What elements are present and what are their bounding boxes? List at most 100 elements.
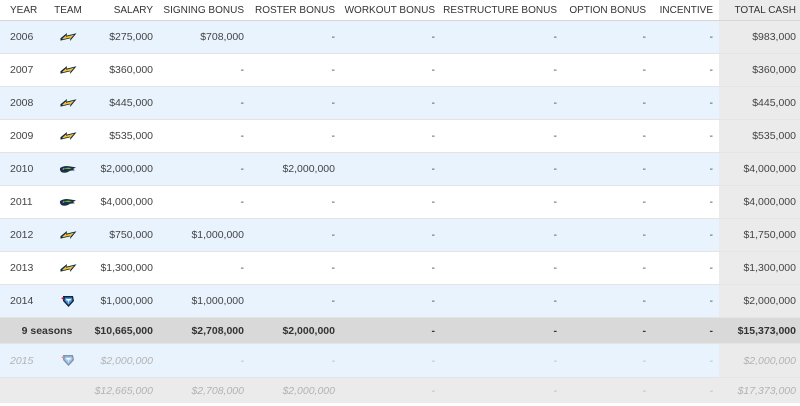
season-option-bonus: - — [642, 295, 647, 307]
season-incentive: - — [709, 229, 714, 241]
totals-workout-bonus: - — [431, 324, 436, 337]
season-incentive: - — [709, 31, 714, 43]
season-row: 2013 $1,300,000 - - - - - - $1,300,000 — [0, 252, 800, 285]
header-salary[interactable]: SALARY — [94, 0, 159, 20]
season-workout-bonus: - — [431, 163, 436, 175]
season-restructure-bonus: - — [553, 229, 558, 241]
totals-option-bonus: - — [642, 324, 647, 337]
future-option-bonus: - — [642, 354, 647, 367]
season-option-bonus: - — [642, 130, 647, 142]
header-roster-bonus[interactable]: ROSTER BONUS — [250, 0, 341, 20]
header-year[interactable]: YEAR — [0, 0, 42, 20]
season-salary: $1,300,000 — [100, 262, 153, 274]
season-total-cash: $4,000,000 — [719, 186, 800, 218]
grand-workout-bonus: - — [431, 384, 436, 397]
season-incentive: - — [709, 295, 714, 307]
season-option-bonus: - — [642, 64, 647, 76]
season-year: 2014 — [10, 295, 34, 307]
season-row: 2007 $360,000 - - - - - - $360,000 — [0, 54, 800, 87]
season-year: 2007 — [10, 64, 34, 76]
season-total-cash: $4,000,000 — [719, 153, 800, 185]
season-incentive: - — [709, 64, 714, 76]
season-row: 2008 $445,000 - - - - - - $445,000 — [0, 87, 800, 120]
season-signing-bonus: - — [240, 64, 245, 76]
season-option-bonus: - — [642, 229, 647, 241]
season-year: 2011 — [10, 196, 33, 208]
season-restructure-bonus: - — [553, 130, 558, 142]
future-total-cash: $2,000,000 — [719, 344, 800, 377]
header-restructure-bonus[interactable]: RESTRUCTURE BONUS — [441, 0, 563, 20]
season-row: 2009 $535,000 - - - - - - $535,000 — [0, 120, 800, 153]
chargers-bolt-icon — [42, 87, 94, 119]
header-total-cash[interactable]: TOTAL CASH — [719, 0, 800, 20]
season-incentive: - — [709, 262, 714, 274]
grand-signing-bonus: $2,708,000 — [191, 384, 244, 397]
season-signing-bonus: - — [240, 97, 245, 109]
season-workout-bonus: - — [431, 295, 436, 307]
season-year: 2012 — [10, 229, 34, 241]
header-team[interactable]: TEAM — [42, 0, 94, 20]
season-row: 2010 $2,000,000 - $2,000,000 - - - - $4,… — [0, 153, 800, 186]
season-total-cash: $1,750,000 — [719, 219, 800, 251]
season-roster-bonus: - — [331, 229, 336, 241]
season-incentive: - — [709, 97, 714, 109]
season-workout-bonus: - — [431, 130, 436, 142]
future-incentive: - — [709, 354, 714, 367]
season-roster-bonus: - — [331, 130, 336, 142]
future-roster-bonus: - — [331, 354, 336, 367]
grand-option-bonus: - — [642, 384, 647, 397]
season-option-bonus: - — [642, 262, 647, 274]
season-signing-bonus: $1,000,000 — [191, 229, 244, 241]
totals-restructure-bonus: - — [553, 324, 558, 337]
season-salary: $750,000 — [109, 229, 153, 241]
season-workout-bonus: - — [431, 196, 436, 208]
season-salary: $445,000 — [109, 97, 153, 109]
totals-total-cash: $15,373,000 — [737, 324, 796, 337]
season-restructure-bonus: - — [553, 97, 558, 109]
season-salary: $275,000 — [109, 31, 153, 43]
totals-roster-bonus: $2,000,000 — [282, 324, 335, 337]
header-option-bonus[interactable]: OPTION BONUS — [563, 0, 652, 20]
contract-table: YEAR TEAM SALARY SIGNING BONUS ROSTER BO… — [0, 0, 800, 403]
season-row: 2012 $750,000 $1,000,000 - - - - - $1,75… — [0, 219, 800, 252]
grand-roster-bonus: $2,000,000 — [282, 384, 335, 397]
season-salary: $535,000 — [109, 130, 153, 142]
season-option-bonus: - — [642, 196, 647, 208]
table-header: YEAR TEAM SALARY SIGNING BONUS ROSTER BO… — [0, 0, 800, 21]
season-year: 2013 — [10, 262, 34, 274]
season-salary: $2,000,000 — [100, 163, 153, 175]
season-signing-bonus: $708,000 — [200, 31, 244, 43]
season-signing-bonus: - — [240, 130, 245, 142]
grand-totals-row: $12,665,000 $2,708,000 $2,000,000 - - - … — [0, 378, 800, 403]
season-incentive: - — [709, 130, 714, 142]
header-signing-bonus[interactable]: SIGNING BONUS — [159, 0, 250, 20]
season-signing-bonus: - — [240, 196, 245, 208]
season-total-cash: $2,000,000 — [719, 285, 800, 317]
season-total-cash: $983,000 — [719, 21, 800, 53]
titans-icon — [42, 285, 94, 317]
season-workout-bonus: - — [431, 64, 436, 76]
season-roster-bonus: - — [331, 196, 336, 208]
season-restructure-bonus: - — [553, 196, 558, 208]
grand-restructure-bonus: - — [553, 384, 558, 397]
totals-signing-bonus: $2,708,000 — [191, 324, 244, 337]
grand-total-cash: $17,373,000 — [737, 384, 796, 397]
season-roster-bonus: - — [331, 31, 336, 43]
season-roster-bonus: - — [331, 295, 336, 307]
header-incentive[interactable]: INCENTIVE — [652, 0, 719, 20]
season-restructure-bonus: - — [553, 163, 558, 175]
season-option-bonus: - — [642, 97, 647, 109]
season-row: 2006 $275,000 $708,000 - - - - - $983,00… — [0, 21, 800, 54]
season-total-cash: $360,000 — [719, 54, 800, 86]
season-restructure-bonus: - — [553, 31, 558, 43]
season-salary: $1,000,000 — [100, 295, 153, 307]
chargers-bolt-icon — [42, 21, 94, 53]
season-signing-bonus: - — [240, 163, 245, 175]
season-total-cash: $445,000 — [719, 87, 800, 119]
header-workout-bonus[interactable]: WORKOUT BONUS — [341, 0, 441, 20]
season-workout-bonus: - — [431, 97, 436, 109]
season-restructure-bonus: - — [553, 64, 558, 76]
season-restructure-bonus: - — [553, 262, 558, 274]
chargers-bolt-icon — [42, 252, 94, 284]
season-roster-bonus: $2,000,000 — [282, 163, 335, 175]
